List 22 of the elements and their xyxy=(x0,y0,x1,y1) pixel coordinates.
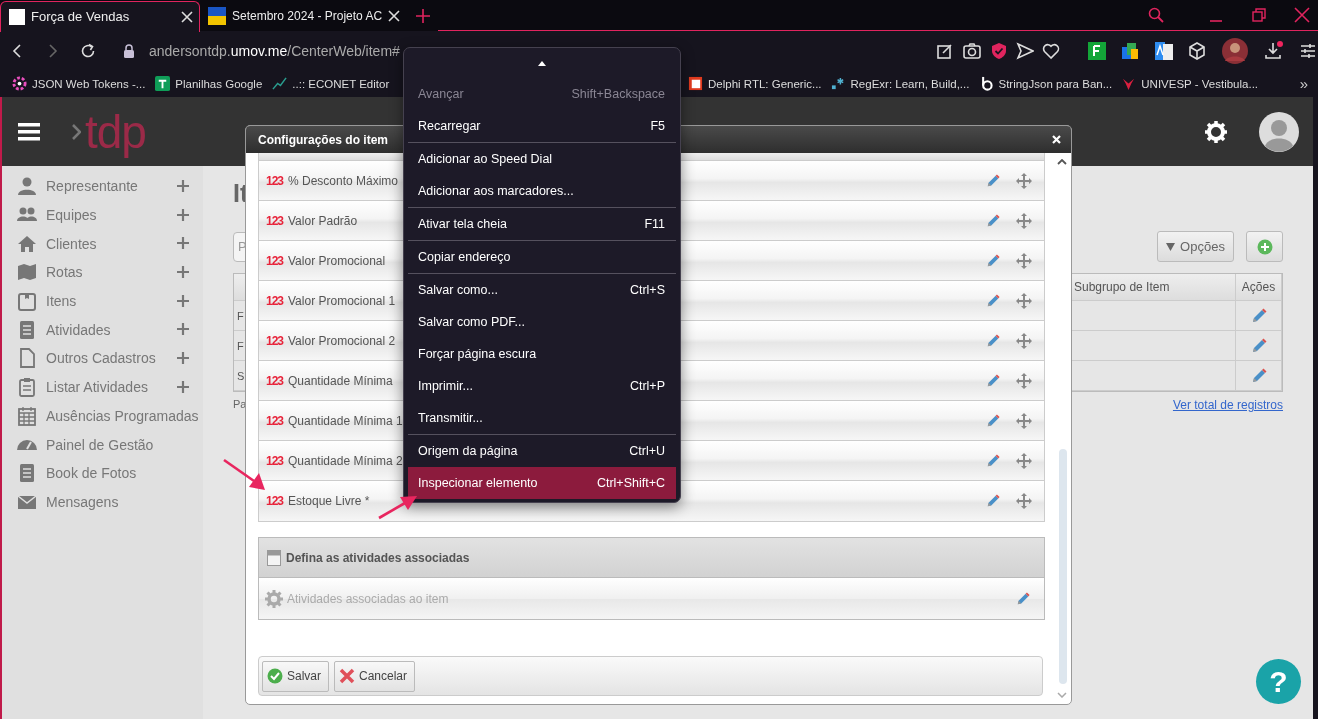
field-label: Quantidade Mínima 1 xyxy=(288,413,403,428)
dialog-title: Configurações do item xyxy=(258,132,389,147)
number-type-label: 123 xyxy=(266,213,285,228)
number-type-label: 123 xyxy=(266,413,285,428)
number-type-label: 123 xyxy=(266,333,285,348)
column-header: Ações xyxy=(1236,274,1282,301)
number-type-label: 123 xyxy=(266,173,285,188)
section-title: Defina as atividades associadas xyxy=(286,550,470,565)
field-label: % Desconto Máximo xyxy=(288,173,399,188)
number-type-label: 123 xyxy=(266,373,285,388)
number-type-label: 123 xyxy=(266,453,285,468)
number-type-label: 123 xyxy=(266,253,285,268)
number-type-label: 123 xyxy=(266,494,285,508)
field-label: Valor Promocional 2 xyxy=(288,333,396,348)
activities-label: Atividades associadas ao item xyxy=(287,591,450,606)
field-label: Quantidade Mínima 2 xyxy=(288,453,403,468)
field-label: Valor Promocional xyxy=(288,253,386,268)
field-label: Valor Promocional 1 xyxy=(288,293,396,308)
field-label: Valor Padrão xyxy=(288,213,358,228)
number-type-label: 123 xyxy=(266,293,285,308)
field-label: Quantidade Mínima xyxy=(288,373,393,388)
field-label: Estoque Livre * xyxy=(288,494,370,508)
